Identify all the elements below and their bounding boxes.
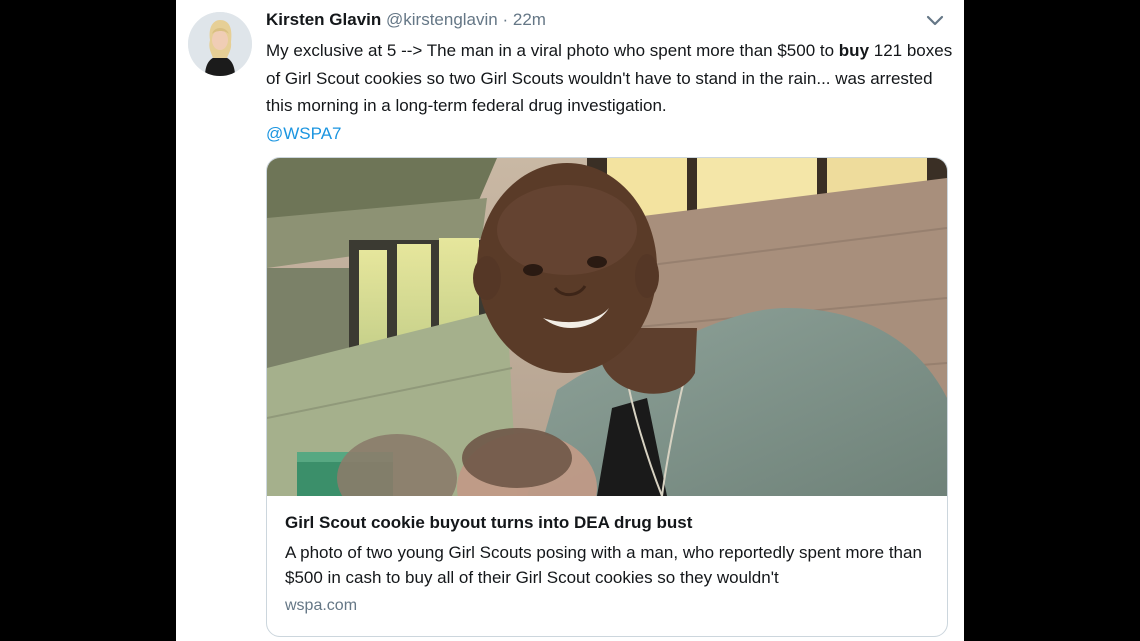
tweet-header: Kirsten Glavin @kirstenglavin · 22m xyxy=(266,10,546,30)
chevron-down-icon[interactable] xyxy=(926,14,944,28)
timestamp[interactable]: 22m xyxy=(513,10,546,29)
card-body: Girl Scout cookie buyout turns into DEA … xyxy=(285,512,935,615)
tweet-text-bold: buy xyxy=(838,41,870,60)
card-domain: wspa.com xyxy=(285,597,358,614)
author-handle[interactable]: @kirstenglavin xyxy=(386,10,498,29)
mention-link[interactable]: @WSPA7 xyxy=(266,124,342,143)
separator: · xyxy=(502,10,509,29)
card-description: A photo of two young Girl Scouts posing … xyxy=(285,543,922,587)
tweet-text-part1: My exclusive at 5 --> The man in a viral… xyxy=(266,41,839,60)
link-card[interactable]: Girl Scout cookie buyout turns into DEA … xyxy=(266,157,948,637)
author-name[interactable]: Kirsten Glavin xyxy=(266,10,381,29)
tweet-text: My exclusive at 5 --> The man in a viral… xyxy=(266,37,956,147)
tweet: Kirsten Glavin @kirstenglavin · 22m My e… xyxy=(176,0,964,641)
card-image xyxy=(267,158,947,543)
avatar[interactable] xyxy=(188,12,252,76)
card-title: Girl Scout cookie buyout turns into DEA … xyxy=(285,513,693,532)
